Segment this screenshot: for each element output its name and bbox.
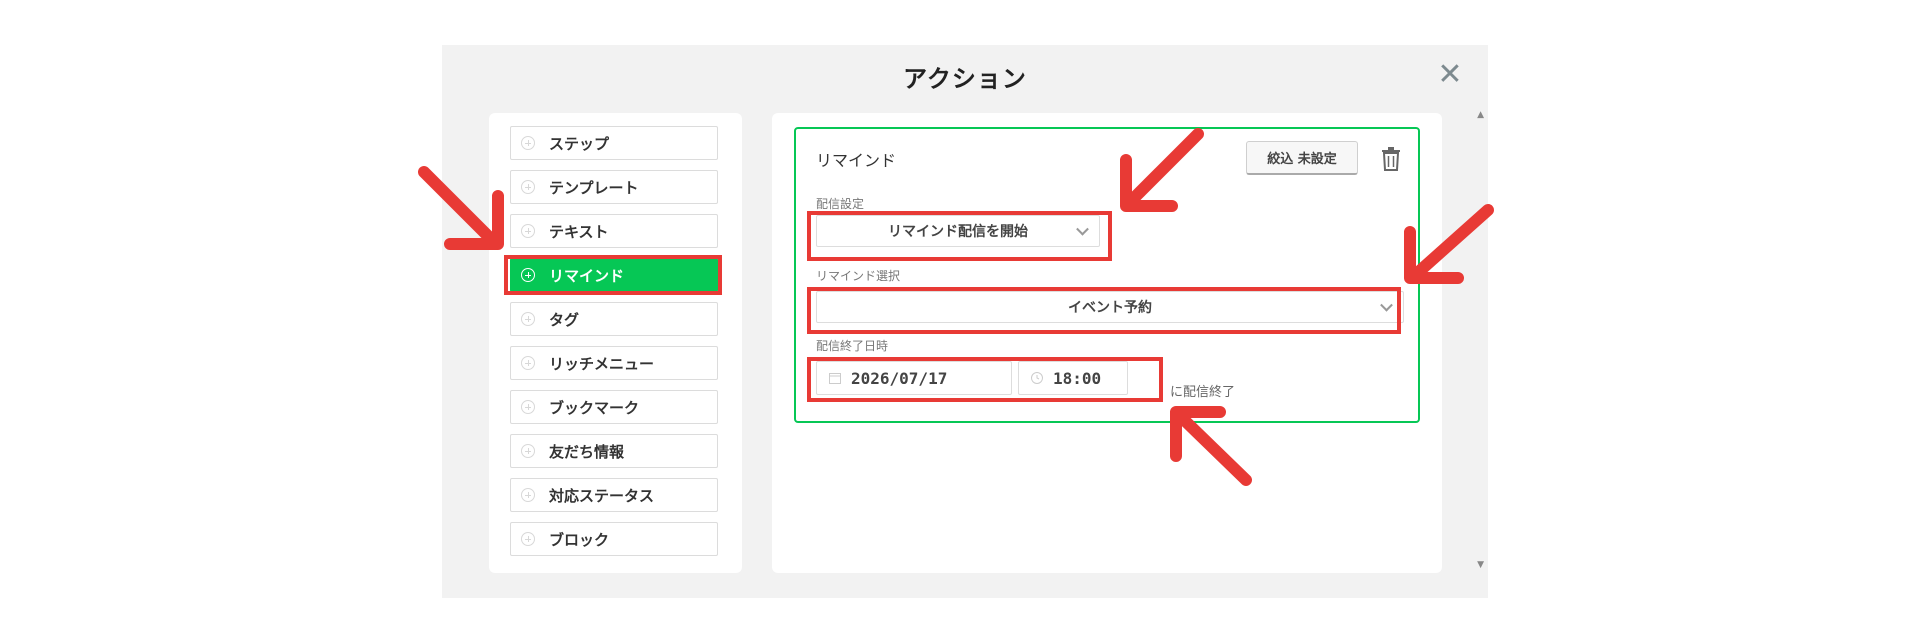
plus-circle-icon	[521, 312, 535, 326]
action-item-bookmark[interactable]: ブックマーク	[510, 390, 718, 424]
action-item-label: ブロック	[549, 530, 610, 549]
remind-card: リマインド 絞込 未設定 配信設定 リマインド配信を開始 リマインド選択 イベン…	[794, 127, 1420, 423]
close-icon[interactable]: ✕	[1436, 60, 1464, 90]
action-item-label: テンプレート	[549, 178, 639, 197]
action-item-label: ステップ	[549, 134, 610, 153]
action-list-panel: ステップ テンプレート テキスト リマインド タグ リッチメニュー ブックマーク	[489, 113, 742, 573]
plus-circle-icon	[521, 268, 535, 282]
action-item-label: タグ	[549, 310, 580, 329]
plus-circle-icon	[521, 444, 535, 458]
plus-circle-icon	[521, 400, 535, 414]
action-item-status[interactable]: 対応ステータス	[510, 478, 718, 512]
end-time-input[interactable]: 18:00	[1018, 361, 1128, 395]
delivery-setting-value: リマインド配信を開始	[888, 224, 1028, 240]
action-item-label: 友だち情報	[549, 442, 625, 461]
end-datetime-label: 配信終了日時	[816, 339, 889, 353]
scroll-down-icon[interactable]: ▼	[1477, 560, 1484, 570]
end-date-value: 2026/07/17	[851, 368, 948, 388]
clock-icon	[1031, 372, 1043, 384]
remind-select-label: リマインド選択	[816, 269, 901, 283]
plus-circle-icon	[521, 180, 535, 194]
delivery-setting-label: 配信設定	[816, 197, 865, 211]
remind-select[interactable]: イベント予約	[816, 291, 1404, 323]
action-item-label: ブックマーク	[549, 398, 640, 417]
action-item-remind[interactable]: リマインド	[510, 258, 718, 292]
modal-title: アクション	[903, 65, 1027, 93]
action-item-template[interactable]: テンプレート	[510, 170, 718, 204]
end-time-value: 18:00	[1053, 368, 1102, 388]
chevron-down-icon	[1380, 298, 1393, 312]
chevron-down-icon	[1076, 222, 1089, 236]
action-item-step[interactable]: ステップ	[510, 126, 718, 160]
action-item-label: 対応ステータス	[549, 486, 655, 505]
action-item-friend-info[interactable]: 友だち情報	[510, 434, 718, 468]
action-item-label: リッチメニュー	[549, 354, 655, 373]
action-item-tag[interactable]: タグ	[510, 302, 718, 336]
plus-circle-icon	[521, 356, 535, 370]
action-item-text[interactable]: テキスト	[510, 214, 718, 248]
remind-select-value: イベント予約	[1068, 300, 1152, 316]
end-suffix-text: に配信終了	[1170, 385, 1236, 400]
scroll-up-icon[interactable]: ▲	[1477, 110, 1484, 120]
action-detail-panel: リマインド 絞込 未設定 配信設定 リマインド配信を開始 リマインド選択 イベン…	[772, 113, 1442, 573]
end-date-input[interactable]: 2026/07/17	[816, 361, 1012, 395]
delivery-setting-select[interactable]: リマインド配信を開始	[816, 215, 1100, 247]
plus-circle-icon	[521, 224, 535, 238]
filter-button[interactable]: 絞込 未設定	[1246, 141, 1358, 175]
trash-icon[interactable]	[1380, 147, 1402, 171]
plus-circle-icon	[521, 136, 535, 150]
action-item-block[interactable]: ブロック	[510, 522, 718, 556]
action-item-label: リマインド	[549, 266, 625, 285]
calendar-icon	[829, 373, 841, 384]
action-modal: アクション ✕ ステップ テンプレート テキスト リマインド タグ リッチメニュ…	[442, 45, 1488, 598]
plus-circle-icon	[521, 532, 535, 546]
card-title: リマインド	[816, 151, 897, 170]
plus-circle-icon	[521, 488, 535, 502]
action-item-rich-menu[interactable]: リッチメニュー	[510, 346, 718, 380]
action-item-label: テキスト	[549, 222, 609, 241]
